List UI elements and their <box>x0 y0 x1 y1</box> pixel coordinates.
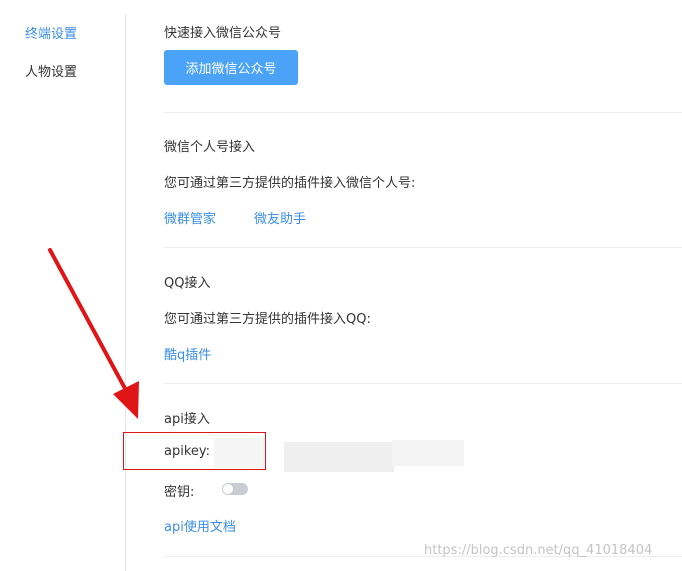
api-title: api接入 <box>164 412 210 427</box>
wechat-personal-title: 微信个人号接入 <box>164 140 256 155</box>
secret-toggle[interactable] <box>222 483 248 495</box>
wechat-official-title: 快速接入微信公众号 <box>164 26 282 41</box>
page: 终端设置 人物设置 快速接入微信公众号 添加微信公众号 微信个人号接入 您可通过… <box>0 0 682 571</box>
add-wechat-official-button[interactable]: 添加微信公众号 <box>164 50 298 85</box>
redacted-apikey-value <box>284 442 394 472</box>
watermark-text: https://blog.csdn.net/qq_41018404 <box>424 543 653 558</box>
link-weiyou-zhushou[interactable]: 微友助手 <box>254 208 306 227</box>
sidebar-item-character-settings[interactable]: 人物设置 <box>25 61 77 80</box>
link-weiqun-guanjia[interactable]: 微群管家 <box>164 208 216 227</box>
annotation-highlight-box <box>123 432 266 470</box>
api-docs-link[interactable]: api使用文档 <box>164 516 236 535</box>
toggle-knob <box>223 484 233 494</box>
main-content: 快速接入微信公众号 添加微信公众号 微信个人号接入 您可通过第三方提供的插件接入… <box>164 0 682 571</box>
qq-title: QQ接入 <box>164 276 211 291</box>
link-kuq-plugin[interactable]: 酷q插件 <box>164 344 211 363</box>
wechat-personal-description: 您可通过第三方提供的插件接入微信个人号: <box>164 176 416 191</box>
annotation-arrow-icon <box>48 248 139 419</box>
section-divider <box>164 383 682 384</box>
sidebar-item-terminal-settings[interactable]: 终端设置 <box>25 23 77 42</box>
section-divider <box>164 247 682 248</box>
qq-description: 您可通过第三方提供的插件接入QQ: <box>164 312 371 327</box>
section-divider <box>164 112 682 113</box>
secret-label: 密钥: <box>164 485 195 500</box>
redacted-apikey-tail <box>392 440 464 466</box>
